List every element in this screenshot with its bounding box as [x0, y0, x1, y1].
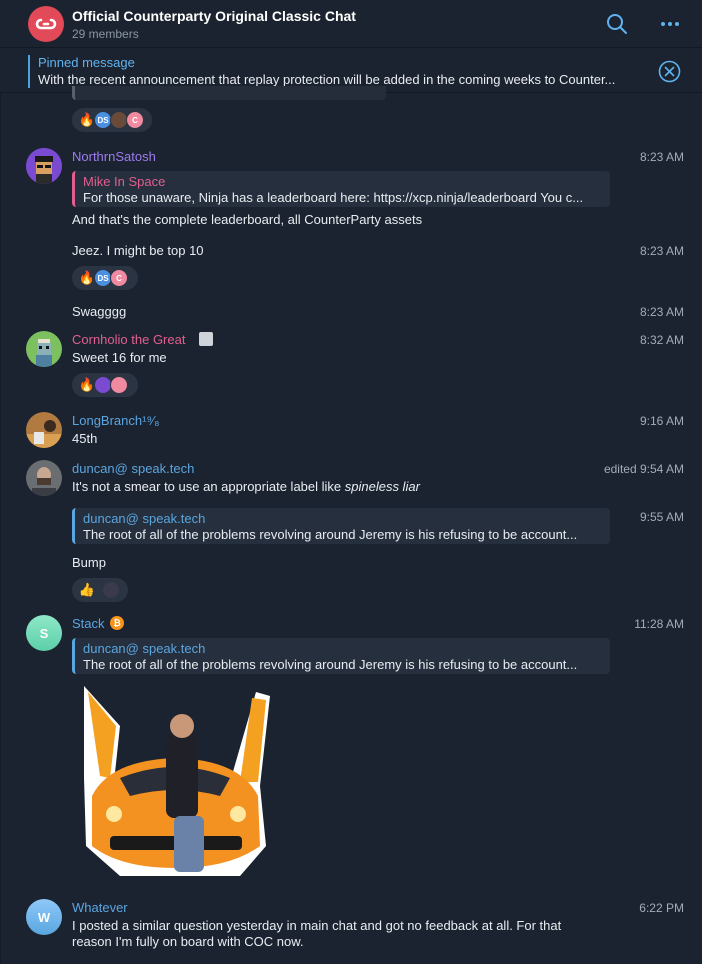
reaction-bar[interactable]: 🔥 DS C [72, 266, 138, 290]
message-text: Bump [72, 555, 106, 570]
sender-name[interactable]: duncan@ speak.tech [72, 461, 194, 476]
pinned-indicator [28, 55, 30, 88]
sender-name[interactable]: Stack [72, 616, 105, 631]
thumbs-up-icon: 👍 [78, 582, 96, 597]
reply-quote[interactable]: Mike In Space For those unaware, Ninja h… [72, 171, 610, 207]
reaction-bar[interactable]: 🔥 DS C [72, 108, 152, 132]
avatar[interactable]: W [26, 899, 62, 935]
sender-name[interactable]: LongBranch¹⁹⁄₈ [72, 413, 160, 428]
search-button[interactable] [605, 12, 629, 36]
pixel-avatar-icon [26, 331, 62, 367]
avatar[interactable] [26, 412, 62, 448]
avatar[interactable] [26, 148, 62, 184]
counterparty-logo-icon [35, 18, 57, 30]
timestamp: 11:28 AM [634, 617, 684, 631]
more-icon [661, 22, 679, 26]
reaction-bar[interactable]: 🔥 [72, 373, 138, 397]
bitcoin-badge-icon: ₿ [110, 616, 124, 630]
message-text: 45th [72, 431, 98, 446]
window-edge [0, 93, 1, 964]
photo-avatar-icon [26, 412, 62, 448]
close-icon[interactable] [658, 60, 681, 83]
pinned-title: Pinned message [38, 55, 135, 70]
reactor-avatar: C [126, 111, 144, 129]
photo-avatar-icon [26, 460, 62, 496]
previous-quote [72, 86, 386, 100]
chat-header: Official Counterparty Original Classic C… [0, 0, 702, 48]
more-button[interactable] [658, 12, 682, 36]
quote-sender: duncan@ speak.tech [83, 641, 206, 656]
timestamp: 9:16 AM [639, 414, 684, 428]
search-icon [607, 14, 627, 34]
timestamp: 6:22 PM [639, 901, 684, 915]
sender-name[interactable]: Whatever [72, 900, 128, 915]
timestamp: 8:23 AM [639, 305, 684, 319]
quote-sender: Mike In Space [83, 174, 166, 189]
message-text: It's not a smear to use an appropriate l… [72, 479, 420, 494]
quote-text: The root of all of the problems revolvin… [83, 527, 578, 542]
message-text-italic: spineless liar [344, 479, 420, 494]
quote-text: For those unaware, Ninja has a leaderboa… [83, 190, 584, 205]
timestamp: 8:32 AM [639, 333, 684, 347]
chat-avatar[interactable] [28, 6, 64, 42]
timestamp: edited 9:54 AM [603, 462, 684, 476]
sticker-image[interactable] [80, 686, 272, 880]
timestamp: 8:23 AM [639, 244, 684, 258]
timestamp: 9:55 AM [639, 510, 684, 524]
message-text: Swagggg [72, 304, 127, 319]
member-count: 29 members [72, 27, 139, 41]
reply-quote[interactable]: duncan@ speak.tech The root of all of th… [72, 508, 610, 544]
message-text: I posted a similar question yesterday in… [72, 918, 562, 933]
pinned-text: With the recent announcement that replay… [38, 72, 616, 87]
avatar[interactable] [26, 460, 62, 496]
reply-quote[interactable]: duncan@ speak.tech The root of all of th… [72, 638, 610, 674]
sender-name[interactable]: NorthrnSatosh [72, 149, 156, 164]
reactor-avatar: C [110, 269, 128, 287]
quote-text: The root of all of the problems revolvin… [83, 657, 578, 672]
message-text: And that's the complete leaderboard, all… [72, 212, 423, 227]
pixel-avatar-icon [26, 148, 62, 184]
reaction-bar[interactable]: 👍 [72, 578, 128, 602]
badge-icon [199, 332, 213, 346]
quote-sender: duncan@ speak.tech [83, 511, 206, 526]
reactor-avatar [110, 376, 128, 394]
reactor-avatar [102, 581, 120, 599]
message-text: Jeez. I might be top 10 [72, 243, 204, 258]
avatar[interactable] [26, 331, 62, 367]
sender-name[interactable]: Cornholio the Great [72, 332, 185, 347]
message-text: reason I'm fully on board with COC now. [72, 934, 304, 949]
message-text: Sweet 16 for me [72, 350, 167, 365]
timestamp: 8:23 AM [639, 150, 684, 164]
chat-title[interactable]: Official Counterparty Original Classic C… [72, 8, 356, 24]
avatar[interactable]: S [26, 615, 62, 651]
message-text-plain: It's not a smear to use an appropriate l… [72, 479, 345, 494]
